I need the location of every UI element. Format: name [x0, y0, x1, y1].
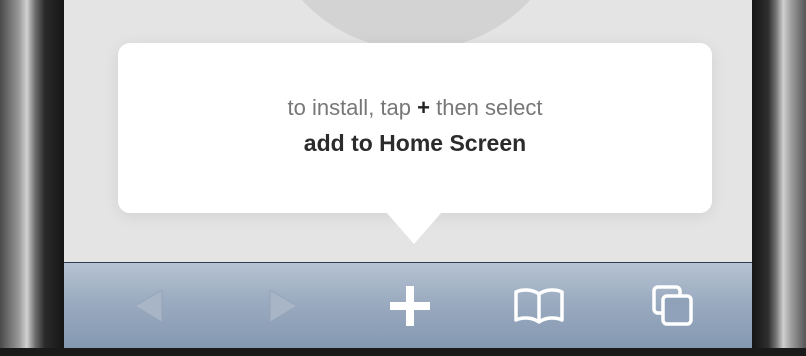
pages-icon [652, 285, 693, 326]
bookmarks-book-icon [514, 288, 564, 324]
back-button[interactable] [124, 263, 174, 348]
phone-bezel-right [752, 0, 806, 356]
back-arrow-icon [134, 289, 163, 323]
plus-icon [390, 286, 430, 326]
bookmarks-button[interactable] [510, 263, 568, 348]
instruction-line-1: to install, tap + then select [118, 93, 712, 123]
forward-button[interactable] [258, 263, 308, 348]
install-tooltip: to install, tap + then select add to Hom… [118, 43, 712, 213]
phone-bezel-bottom [0, 348, 806, 356]
browser-screen: to install, tap + then select add to Hom… [64, 0, 752, 348]
browser-toolbar [64, 262, 752, 348]
forward-arrow-icon [269, 289, 298, 323]
instruction-line-2: add to Home Screen [303, 130, 527, 156]
pages-button[interactable] [646, 263, 700, 348]
add-button[interactable] [384, 263, 436, 348]
phone-bezel-left [0, 0, 64, 356]
instruction-plus: + [417, 95, 430, 120]
instruction-suffix: then select [429, 95, 543, 120]
install-instructions: to install, tap + then select add to Hom… [118, 93, 712, 159]
phone-frame: to install, tap + then select add to Hom… [0, 0, 806, 356]
tooltip-pointer [386, 212, 442, 244]
instruction-prefix: to install, tap [287, 95, 418, 120]
